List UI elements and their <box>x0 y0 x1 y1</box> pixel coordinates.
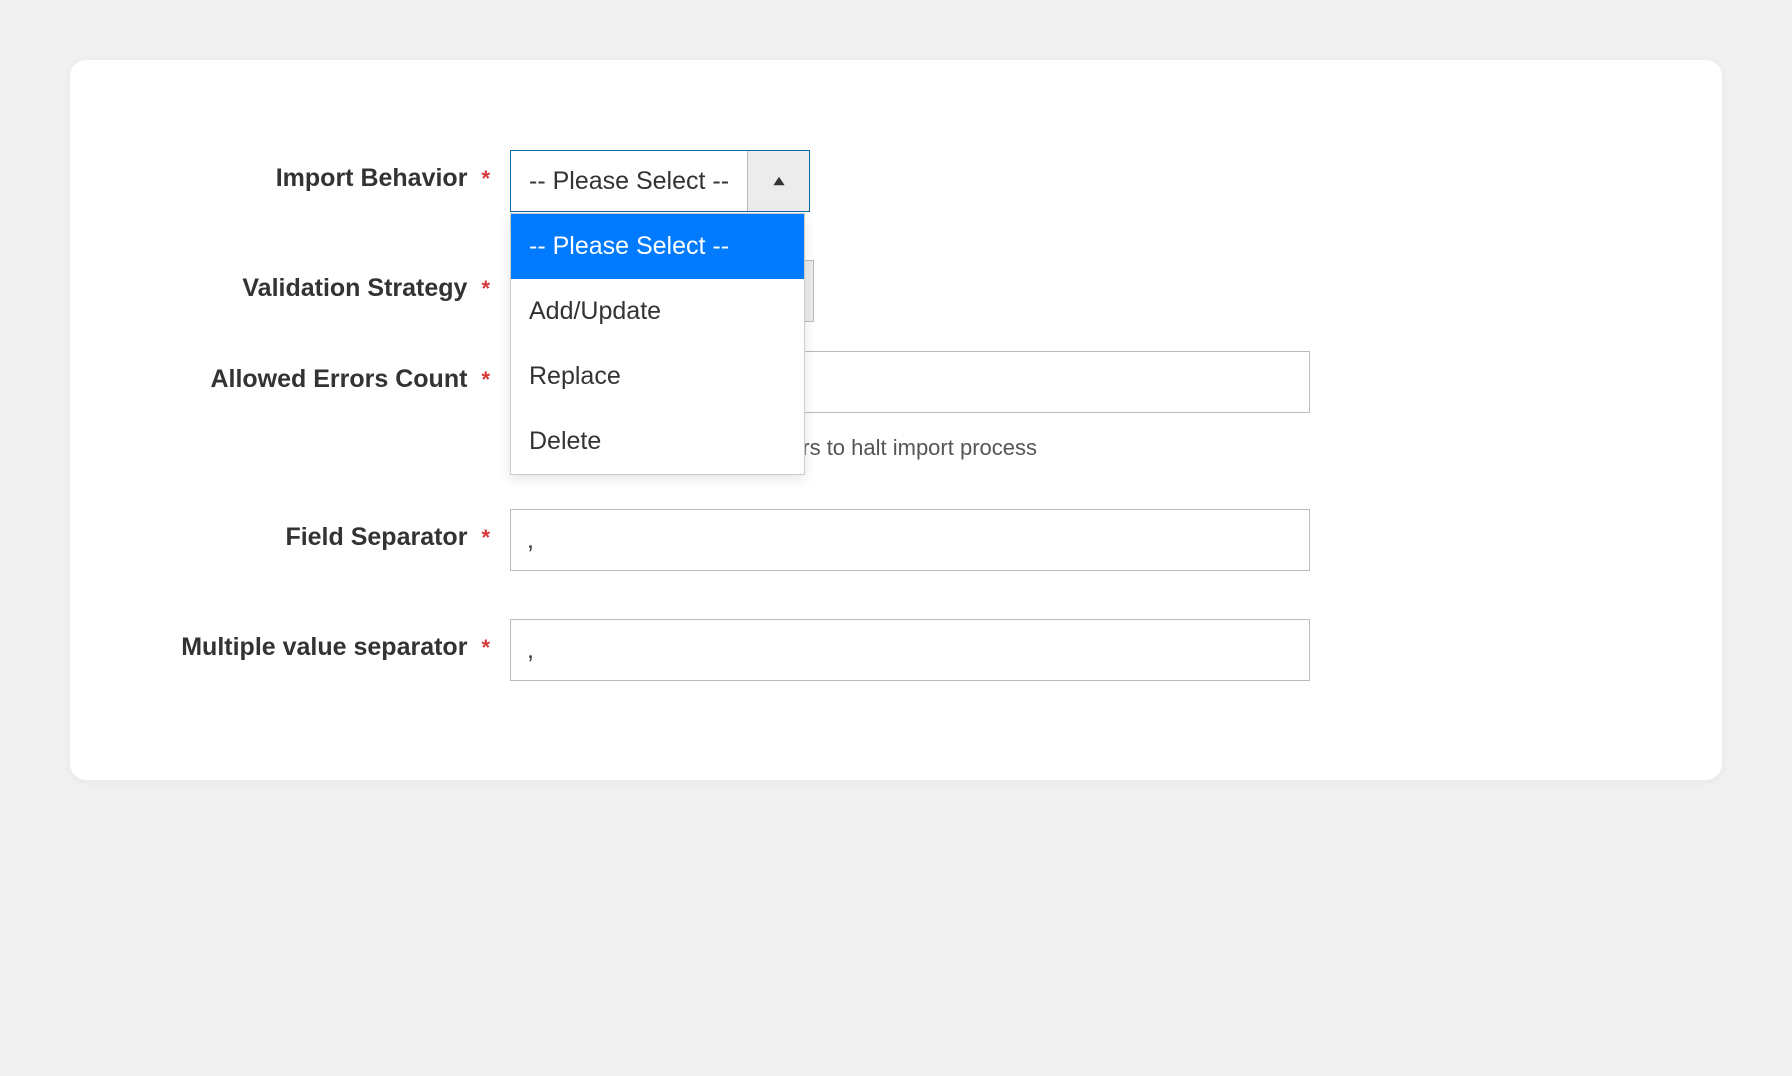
label-validation-strategy: Validation Strategy * <box>160 260 510 303</box>
required-mark: * <box>481 525 490 551</box>
option-delete[interactable]: Delete <box>511 409 804 474</box>
label-text: Validation Strategy <box>242 274 467 303</box>
multiple-value-separator-input[interactable] <box>510 619 1310 681</box>
row-allowed-errors: Allowed Errors Count * Please specify nu… <box>160 351 1632 509</box>
label-import-behavior: Import Behavior * <box>160 150 510 193</box>
label-text: Field Separator <box>285 523 467 552</box>
field-multiple-value-separator <box>510 619 1310 681</box>
required-mark: * <box>481 166 490 192</box>
import-behavior-dropdown: -- Please Select -- Add/Update Replace D… <box>510 213 805 475</box>
field-separator-input[interactable] <box>510 509 1310 571</box>
field-import-behavior: -- Please Select -- -- Please Select -- … <box>510 150 1310 212</box>
required-mark: * <box>481 635 490 661</box>
label-multiple-value-separator: Multiple value separator * <box>160 619 510 662</box>
required-mark: * <box>481 276 490 302</box>
row-multiple-value-separator: Multiple value separator * <box>160 619 1632 681</box>
select-display-text: -- Please Select -- <box>511 151 747 211</box>
required-mark: * <box>481 367 490 393</box>
form-card: Import Behavior * -- Please Select -- --… <box>70 60 1722 780</box>
label-field-separator: Field Separator * <box>160 509 510 552</box>
row-import-behavior: Import Behavior * -- Please Select -- --… <box>160 150 1632 212</box>
chevron-up-icon <box>772 174 786 188</box>
label-text: Allowed Errors Count <box>210 365 467 394</box>
option-please-select[interactable]: -- Please Select -- <box>511 214 804 279</box>
label-text: Multiple value separator <box>181 633 467 662</box>
field-field-separator <box>510 509 1310 571</box>
row-field-separator: Field Separator * <box>160 509 1632 571</box>
option-add-update[interactable]: Add/Update <box>511 279 804 344</box>
label-allowed-errors: Allowed Errors Count * <box>160 351 510 394</box>
label-text: Import Behavior <box>276 164 468 193</box>
row-validation-strategy: Validation Strategy * <box>160 260 1632 303</box>
option-replace[interactable]: Replace <box>511 344 804 409</box>
import-behavior-select[interactable]: -- Please Select -- -- Please Select -- … <box>510 150 810 212</box>
select-arrow-button[interactable] <box>747 151 809 211</box>
